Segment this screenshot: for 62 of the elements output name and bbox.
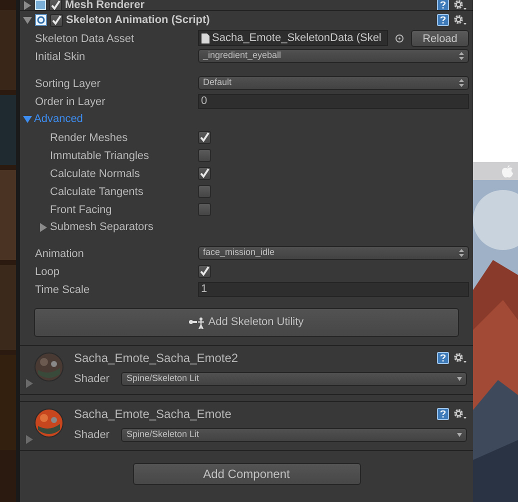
help-book-icon[interactable]	[437, 352, 449, 364]
reload-button[interactable]: Reload	[411, 30, 469, 46]
checkbox[interactable]	[50, 14, 63, 26]
script-icon	[35, 14, 47, 26]
field-label: Time Scale	[35, 284, 90, 296]
add-component-button[interactable]: Add Component	[132, 463, 360, 485]
field-label: Calculate Tangents	[50, 186, 144, 198]
checkbox[interactable]	[198, 184, 211, 198]
field-label: Skeleton Data Asset	[35, 33, 134, 45]
mesh-icon	[35, 0, 46, 10]
foldout-arrow-icon[interactable]	[23, 114, 32, 124]
shader-dropdown[interactable]: Spine/Skeleton Lit	[121, 372, 467, 386]
caret-icon	[457, 433, 462, 437]
foldout-label[interactable]: Submesh Separators	[50, 218, 154, 236]
material-name: Sacha_Emote_Sacha_Emote2	[74, 350, 238, 367]
gear-icon[interactable]	[453, 14, 467, 26]
checkbox[interactable]	[49, 0, 62, 10]
help-book-icon[interactable]	[437, 408, 449, 420]
checkbox[interactable]	[198, 202, 211, 216]
foldout-arrow-icon[interactable]	[39, 222, 48, 232]
field-label: Order in Layer	[35, 96, 106, 108]
field-label: Front Facing	[50, 204, 112, 216]
field-label: Shader	[74, 372, 110, 387]
field-label: Render Meshes	[50, 132, 128, 144]
foldout-arrow-icon[interactable]	[25, 379, 34, 388]
foldout-arrow-icon[interactable]	[23, 0, 32, 10]
gear-icon[interactable]	[453, 408, 467, 420]
advanced-foldout[interactable]: Advanced	[34, 110, 83, 128]
help-book-icon[interactable]	[437, 14, 449, 26]
checkbox[interactable]	[198, 264, 211, 278]
field-label: Immutable Triangles	[50, 150, 150, 162]
foldout-arrow-icon[interactable]	[25, 435, 34, 444]
gear-icon[interactable]	[453, 0, 467, 10]
caret-icon	[457, 377, 462, 381]
up-down-arrows-icon	[459, 52, 464, 60]
component-title: Skeleton Animation (Script)	[66, 12, 210, 28]
dropdown[interactable]: face_mission_idle	[198, 246, 469, 260]
up-down-arrows-icon	[459, 79, 464, 87]
up-down-arrows-icon	[459, 249, 464, 257]
checkbox[interactable]	[198, 148, 211, 162]
skeleton-wrench-icon	[189, 316, 206, 328]
field-label: Shader	[74, 428, 110, 443]
checkbox[interactable]	[198, 130, 211, 144]
field-label: Loop	[35, 266, 60, 278]
number-field[interactable]: 1	[198, 282, 469, 296]
checkbox[interactable]	[198, 166, 211, 180]
dropdown[interactable]: _ingredient_eyeball	[198, 49, 469, 63]
number-field[interactable]: 0	[198, 94, 469, 108]
object-picker-icon[interactable]	[395, 34, 404, 42]
help-book-icon[interactable]	[437, 0, 449, 10]
field-label: Sorting Layer	[35, 78, 100, 90]
field-label: Animation	[35, 248, 84, 260]
material-name: Sacha_Emote_Sacha_Emote	[74, 406, 232, 423]
file-icon	[201, 32, 210, 44]
foldout-arrow-icon[interactable]	[23, 16, 32, 24]
shader-dropdown[interactable]: Spine/Skeleton Lit	[121, 428, 467, 442]
dropdown[interactable]: Default	[198, 76, 469, 90]
add-skeleton-utility-button[interactable]: Add Skeleton Utility	[34, 308, 459, 337]
field-label: Calculate Normals	[50, 168, 140, 180]
object-field[interactable]: Sacha_Emote_SkeletonData (Skel	[198, 30, 388, 46]
gear-icon[interactable]	[453, 352, 467, 364]
field-label: Initial Skin	[35, 51, 86, 63]
